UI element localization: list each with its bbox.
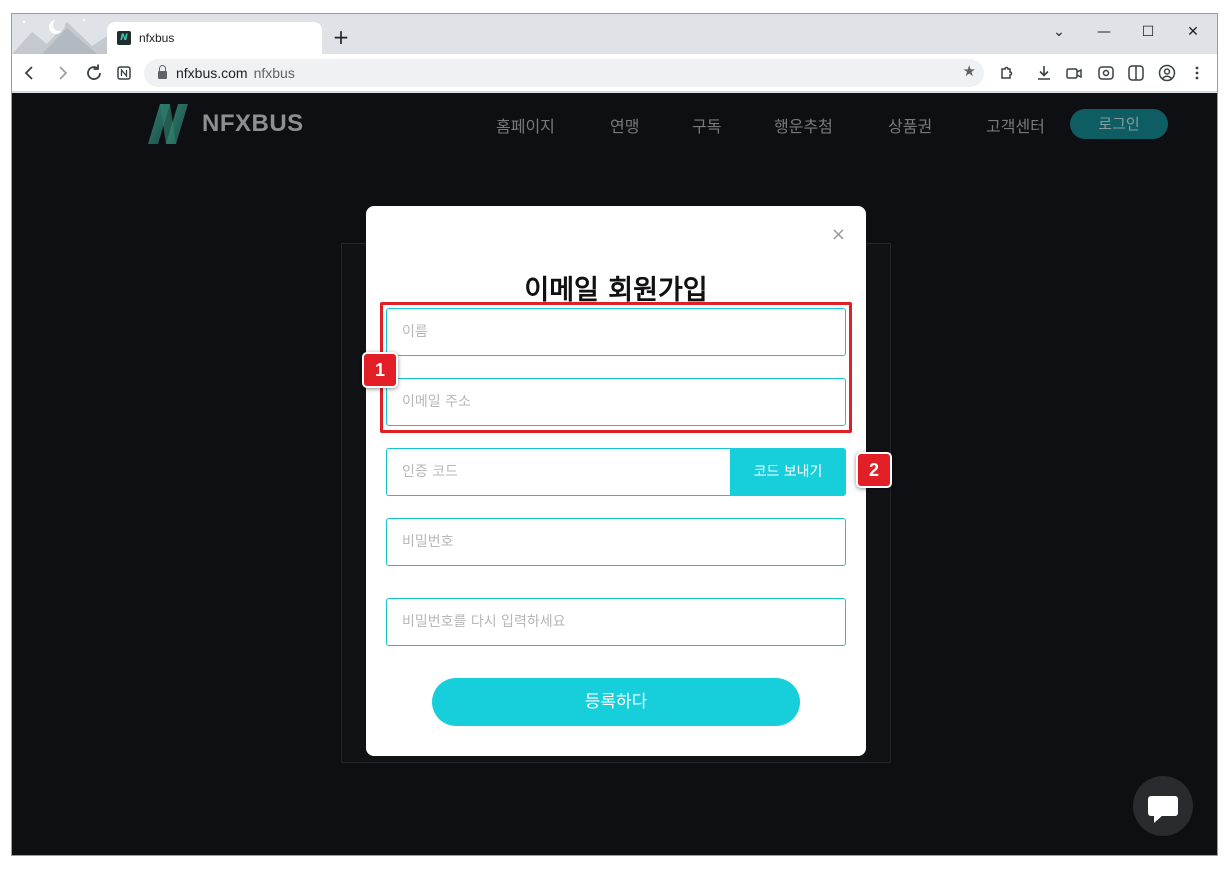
tab-title: nfxbus <box>139 31 175 45</box>
back-icon[interactable] <box>18 61 42 85</box>
nfxbus-logo-icon <box>148 104 188 144</box>
password-confirm-input[interactable] <box>387 599 845 645</box>
minimize-button[interactable]: — <box>1089 20 1119 44</box>
maximize-button[interactable]: ☐ <box>1133 20 1163 44</box>
password-field[interactable] <box>386 518 846 566</box>
chat-bubble-icon <box>1148 796 1178 823</box>
download-icon[interactable] <box>1032 61 1056 85</box>
annotation-highlight-box <box>380 302 852 433</box>
browser-toolbar: nfxbus.com nfxbus ★ <box>12 54 1217 92</box>
nfxbus-favicon-icon: N <box>117 31 131 45</box>
reload-icon[interactable] <box>82 61 106 85</box>
site-logo[interactable]: NFXBUS <box>142 98 304 150</box>
tab-search-icon[interactable]: ⌄ <box>1044 20 1074 44</box>
nav-home[interactable]: 홈페이지 <box>496 113 555 137</box>
nav-subscribe[interactable]: 구독 <box>692 113 721 137</box>
password-confirm-field[interactable] <box>386 598 846 646</box>
forward-icon[interactable] <box>50 61 74 85</box>
menu-kebab-icon[interactable] <box>1185 61 1209 85</box>
nav-customer-center[interactable]: 고객센터 <box>986 113 1045 137</box>
verification-code-input[interactable] <box>387 449 730 495</box>
code-field[interactable] <box>386 448 730 496</box>
address-bar[interactable]: nfxbus.com nfxbus ★ <box>144 59 984 87</box>
nav-lottery[interactable]: 행운추첨 <box>774 113 833 137</box>
annotation-badge-1: 1 <box>362 352 398 388</box>
nav-alliance[interactable]: 연맹 <box>610 113 639 137</box>
send-code-button[interactable]: 코드 보내기 <box>730 448 846 496</box>
browser-window: N nfxbus + ⌄ — ☐ ✕ nfxbus.com nfxbus ★ N… <box>11 13 1218 856</box>
tab-strip: N nfxbus + ⌄ — ☐ ✕ <box>12 14 1217 54</box>
side-panel-icon[interactable] <box>1124 61 1148 85</box>
close-window-button[interactable]: ✕ <box>1178 20 1208 44</box>
close-icon[interactable]: × <box>831 226 846 244</box>
notion-extension-icon[interactable] <box>112 61 136 85</box>
signup-modal: × 이메일 회원가입 코드 보내기 등록하다 <box>366 206 866 756</box>
video-icon[interactable] <box>1062 61 1086 85</box>
web-page: NFXBUS 홈페이지 연맹 구독 행운추첨 상품권 고객센터 로그인 × 이메… <box>12 93 1217 855</box>
profile-icon[interactable] <box>1155 61 1179 85</box>
active-tab[interactable]: N nfxbus <box>107 22 322 54</box>
new-tab-button[interactable]: + <box>330 26 352 48</box>
annotation-badge-2: 2 <box>856 452 892 488</box>
url-page-title: nfxbus <box>253 65 295 81</box>
password-input[interactable] <box>387 519 845 565</box>
extensions-icon[interactable] <box>994 61 1018 85</box>
bookmark-star-icon[interactable]: ★ <box>963 62 976 80</box>
nav-gift-card[interactable]: 상품권 <box>888 113 932 137</box>
login-button[interactable]: 로그인 <box>1070 109 1168 139</box>
url-text: nfxbus.com <box>176 65 248 81</box>
lock-icon <box>158 65 167 79</box>
theme-artwork-icon <box>12 14 107 54</box>
chat-button[interactable] <box>1133 776 1193 836</box>
register-button[interactable]: 등록하다 <box>432 678 800 726</box>
screenshot-icon[interactable] <box>1094 61 1118 85</box>
logo-text: NFXBUS <box>202 110 304 137</box>
